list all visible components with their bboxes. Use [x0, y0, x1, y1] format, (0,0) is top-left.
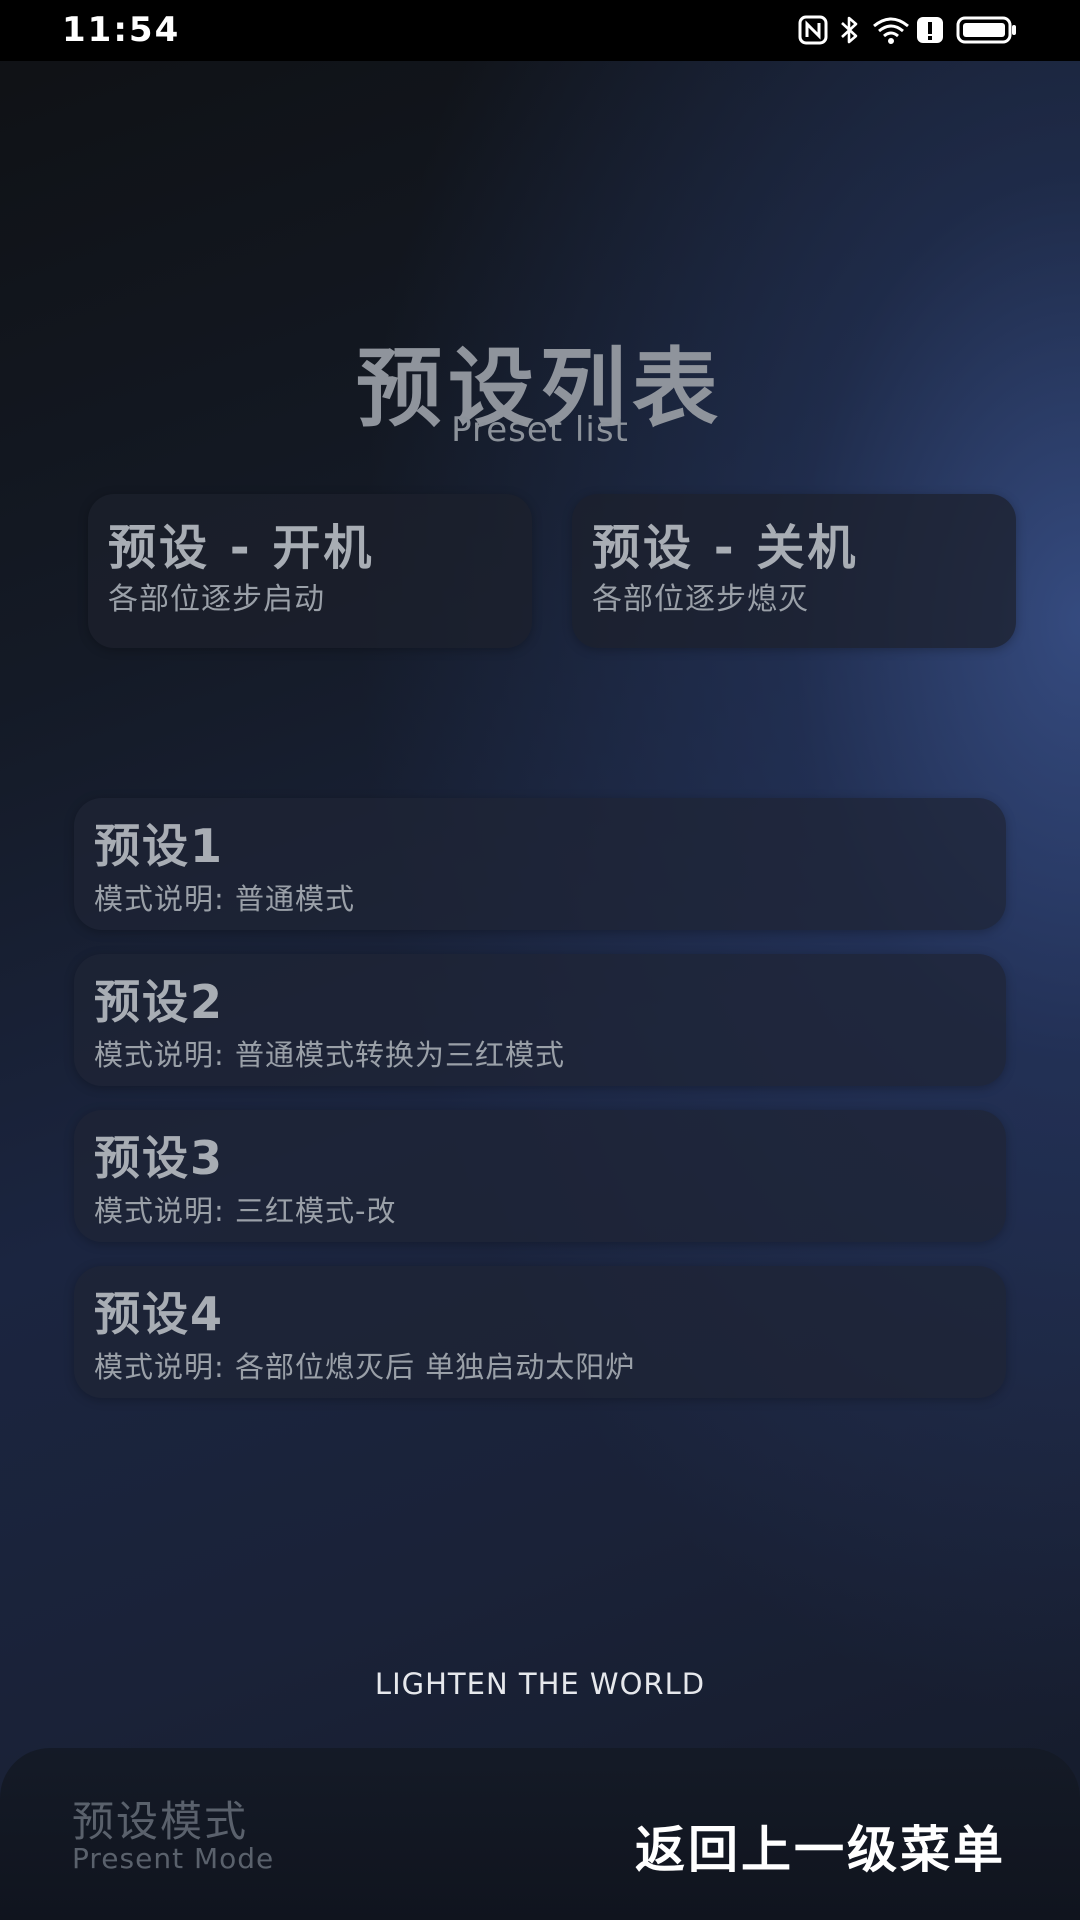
alert-icon — [917, 17, 943, 43]
preset-power-on-card[interactable]: 预设 - 开机 各部位逐步启动 — [88, 494, 532, 648]
preset-description: 模式说明: 普通模式转换为三红模式 — [94, 1038, 565, 1072]
preset-1-card[interactable]: 预设1 模式说明: 普通模式 — [74, 798, 1006, 930]
card-subtitle: 各部位逐步熄灭 — [592, 582, 809, 617]
bottom-bar: 预设模式 Present Mode 返回上一级菜单 — [0, 1748, 1080, 1920]
back-to-previous-menu-button[interactable]: 返回上一级菜单 — [635, 1810, 1006, 1882]
battery-icon — [956, 16, 1016, 44]
preset-description: 模式说明: 普通模式 — [94, 882, 355, 916]
mode-label-cn: 预设模式 — [72, 1797, 249, 1846]
preset-3-card[interactable]: 预设3 模式说明: 三红模式-改 — [74, 1110, 1006, 1242]
mode-label-en: Present Mode — [72, 1842, 275, 1875]
preset-description: 模式说明: 三红模式-改 — [94, 1194, 397, 1228]
preset-title: 预设2 — [94, 975, 225, 1029]
preset-title: 预设1 — [94, 819, 225, 873]
preset-2-card[interactable]: 预设2 模式说明: 普通模式转换为三红模式 — [74, 954, 1006, 1086]
preset-title: 预设3 — [94, 1131, 225, 1185]
slogan-text: LIGHTEN THE WORLD — [374, 1667, 706, 1701]
card-subtitle: 各部位逐步启动 — [108, 582, 325, 617]
nfc-icon — [798, 15, 828, 45]
preset-description: 模式说明: 各部位熄灭后 单独启动太阳炉 — [94, 1350, 636, 1384]
status-bar: 11:54 — [0, 0, 1080, 61]
preset-power-off-card[interactable]: 预设 - 关机 各部位逐步熄灭 — [572, 494, 1016, 648]
card-title: 预设 - 关机 — [592, 520, 859, 576]
preset-4-card[interactable]: 预设4 模式说明: 各部位熄灭后 单独启动太阳炉 — [74, 1266, 1006, 1398]
bluetooth-icon — [841, 16, 858, 44]
preset-title: 预设4 — [94, 1287, 225, 1341]
screen: 11:54 预设列表 Preset list 预设 - 开机 各部位逐步启动 预… — [0, 0, 1080, 1920]
page-subtitle: Preset list — [451, 410, 629, 450]
card-title: 预设 - 开机 — [108, 520, 375, 576]
wifi-icon — [873, 17, 909, 44]
status-time: 11:54 — [62, 10, 181, 50]
